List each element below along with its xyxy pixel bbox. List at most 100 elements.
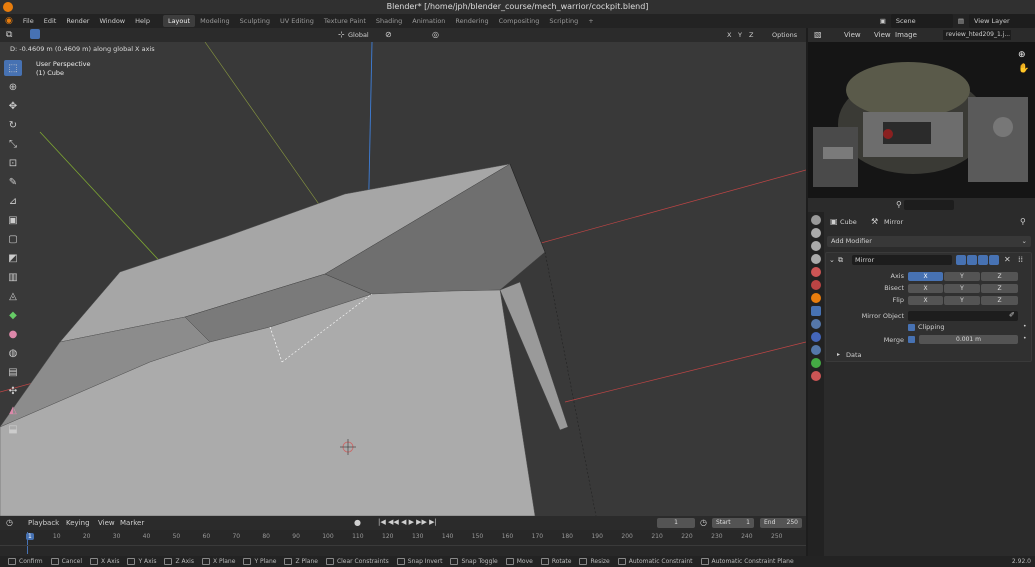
blender-menu-icon[interactable]: ◉ bbox=[0, 14, 18, 28]
menu-edit[interactable]: Edit bbox=[39, 14, 62, 28]
merge-distance-field[interactable]: 0.001 m bbox=[919, 335, 1018, 344]
shear-tool[interactable]: ◭ bbox=[4, 402, 22, 418]
loop-cut-tool[interactable]: ▥ bbox=[4, 269, 22, 285]
options-dropdown[interactable]: Options bbox=[772, 31, 797, 39]
axis-z-toggle[interactable]: Z bbox=[981, 272, 1018, 281]
menu-render[interactable]: Render bbox=[61, 14, 94, 28]
tab-scripting[interactable]: Scripting bbox=[544, 15, 583, 27]
add-workspace-button[interactable]: + bbox=[583, 15, 598, 27]
axis-lock-x[interactable]: X bbox=[727, 31, 731, 39]
modifier-tab-icon[interactable] bbox=[811, 306, 821, 316]
annotate-tool[interactable]: ✎ bbox=[4, 174, 22, 190]
axis-lock-y[interactable]: Y bbox=[738, 31, 742, 39]
view-layer-selector[interactable]: View Layer bbox=[969, 14, 1035, 28]
constraints-tab-icon[interactable] bbox=[811, 345, 821, 355]
knife-tool[interactable]: ◬ bbox=[4, 288, 22, 304]
3d-viewport[interactable]: User Perspective (1) Cube bbox=[0, 42, 806, 516]
scene-tab-icon[interactable] bbox=[811, 267, 821, 277]
select-mode-icon[interactable] bbox=[30, 29, 40, 39]
move-tool[interactable]: ✥ bbox=[4, 98, 22, 114]
render-tab-icon[interactable] bbox=[811, 228, 821, 238]
data-expand-icon[interactable]: ▸ bbox=[837, 351, 840, 358]
eyedropper-icon[interactable]: ✐ bbox=[1009, 311, 1015, 319]
physics-tab-icon[interactable] bbox=[811, 332, 821, 342]
timeline-editor-icon[interactable]: ◷ bbox=[6, 518, 13, 527]
tab-layout[interactable]: Layout bbox=[162, 15, 196, 27]
end-frame-field[interactable]: End 250 bbox=[760, 518, 802, 528]
drag-handle-icon[interactable]: ⁞⁞ bbox=[1018, 255, 1023, 264]
flip-y-toggle[interactable]: Y bbox=[944, 296, 980, 305]
axis-lock-z[interactable]: Z bbox=[749, 31, 753, 39]
rip-tool[interactable]: ⬓ bbox=[4, 421, 22, 437]
tab-compositing[interactable]: Compositing bbox=[494, 15, 545, 27]
poly-build-tool[interactable]: ◆ bbox=[4, 307, 22, 323]
cursor-tool[interactable]: ⊕ bbox=[4, 79, 22, 95]
select-box-tool[interactable]: ⬚ bbox=[4, 60, 22, 76]
merge-keyframe-dot[interactable]: • bbox=[1023, 335, 1027, 342]
rotate-tool[interactable]: ↻ bbox=[4, 117, 22, 133]
proportional-edit-icon[interactable]: ◎ bbox=[432, 30, 439, 39]
bisect-x-toggle[interactable]: X bbox=[908, 284, 943, 293]
view-layer-tab-icon[interactable] bbox=[811, 254, 821, 264]
axis-x-toggle[interactable]: X bbox=[908, 272, 943, 281]
scene-selector[interactable]: Scene bbox=[890, 14, 953, 28]
scale-tool[interactable]: ⤡ bbox=[4, 136, 22, 152]
render-toggle[interactable] bbox=[989, 255, 999, 265]
pin-icon[interactable]: ⚲ bbox=[1020, 217, 1026, 226]
edge-slide-tool[interactable]: ▤ bbox=[4, 364, 22, 380]
snap-icon[interactable]: ⊘ bbox=[385, 30, 392, 39]
orientation-dropdown[interactable]: Global bbox=[348, 31, 369, 39]
viewport-toggle[interactable] bbox=[978, 255, 988, 265]
bisect-z-toggle[interactable]: Z bbox=[981, 284, 1018, 293]
timeline-marker-menu[interactable]: Marker bbox=[120, 519, 144, 527]
data-tab-icon[interactable] bbox=[811, 358, 821, 368]
playback-controls[interactable]: |◀ ◀◀ ◀ ▶ ▶▶ ▶| bbox=[378, 518, 437, 526]
merge-checkbox[interactable] bbox=[908, 336, 915, 343]
tab-animation[interactable]: Animation bbox=[407, 15, 450, 27]
edit-mode-toggle[interactable] bbox=[956, 255, 966, 265]
tool-tab-icon[interactable] bbox=[811, 215, 821, 225]
image-editor-icon[interactable]: ▧ bbox=[814, 30, 822, 39]
tab-modeling[interactable]: Modeling bbox=[195, 15, 235, 27]
tab-sculpting[interactable]: Sculpting bbox=[235, 15, 275, 27]
smooth-tool[interactable]: ◍ bbox=[4, 345, 22, 361]
image-view-dropdown[interactable]: View bbox=[844, 31, 861, 39]
add-modifier-button[interactable]: Add Modifier ⌄ bbox=[827, 236, 1031, 247]
flip-z-toggle[interactable]: Z bbox=[981, 296, 1018, 305]
image-editor-pan-icon[interactable]: ✋ bbox=[1018, 64, 1029, 74]
start-frame-field[interactable]: Start 1 bbox=[712, 518, 754, 528]
record-button[interactable]: ● bbox=[354, 518, 361, 527]
delete-modifier-icon[interactable]: ✕ bbox=[1004, 255, 1011, 264]
modifier-name-field[interactable]: Mirror bbox=[852, 255, 952, 265]
image-view-menu[interactable]: View bbox=[874, 31, 891, 39]
spin-tool[interactable]: ● bbox=[4, 326, 22, 342]
flip-x-toggle[interactable]: X bbox=[908, 296, 943, 305]
tab-uv-editing[interactable]: UV Editing bbox=[275, 15, 319, 27]
inset-tool[interactable]: ▢ bbox=[4, 231, 22, 247]
image-editor-zoom-icon[interactable]: ⊕ bbox=[1018, 50, 1026, 60]
object-tab-icon[interactable] bbox=[811, 293, 821, 303]
output-tab-icon[interactable] bbox=[811, 241, 821, 251]
transform-tool[interactable]: ⊡ bbox=[4, 155, 22, 171]
particles-tab-icon[interactable] bbox=[811, 319, 821, 329]
menu-file[interactable]: File bbox=[18, 14, 39, 28]
current-frame-field[interactable]: 1 bbox=[657, 518, 695, 528]
editor-type-icon[interactable]: ⧉ bbox=[6, 30, 12, 40]
playhead[interactable] bbox=[27, 532, 35, 554]
tab-rendering[interactable]: Rendering bbox=[450, 15, 493, 27]
material-tab-icon[interactable] bbox=[811, 371, 821, 381]
menu-help[interactable]: Help bbox=[130, 14, 155, 28]
measure-tool[interactable]: ⊿ bbox=[4, 193, 22, 209]
expand-chevron-icon[interactable]: ⌄ bbox=[829, 256, 835, 264]
cage-toggle[interactable] bbox=[967, 255, 977, 265]
world-tab-icon[interactable] bbox=[811, 280, 821, 290]
menu-window[interactable]: Window bbox=[94, 14, 130, 28]
clipping-checkbox[interactable] bbox=[908, 324, 915, 331]
extrude-tool[interactable]: ▣ bbox=[4, 212, 22, 228]
timeline-playback-menu[interactable]: Playback bbox=[28, 519, 59, 527]
shrink-fatten-tool[interactable]: ✣ bbox=[4, 383, 22, 399]
timeline[interactable]: 1 10 20 30 40 50 60 70 80 90 100 110 120 130 140 150 160… bbox=[0, 530, 806, 556]
data-subpanel-label[interactable]: Data bbox=[846, 351, 862, 359]
image-name-field[interactable]: review_hted209_1.j... bbox=[943, 30, 1011, 40]
properties-search[interactable] bbox=[904, 200, 954, 210]
